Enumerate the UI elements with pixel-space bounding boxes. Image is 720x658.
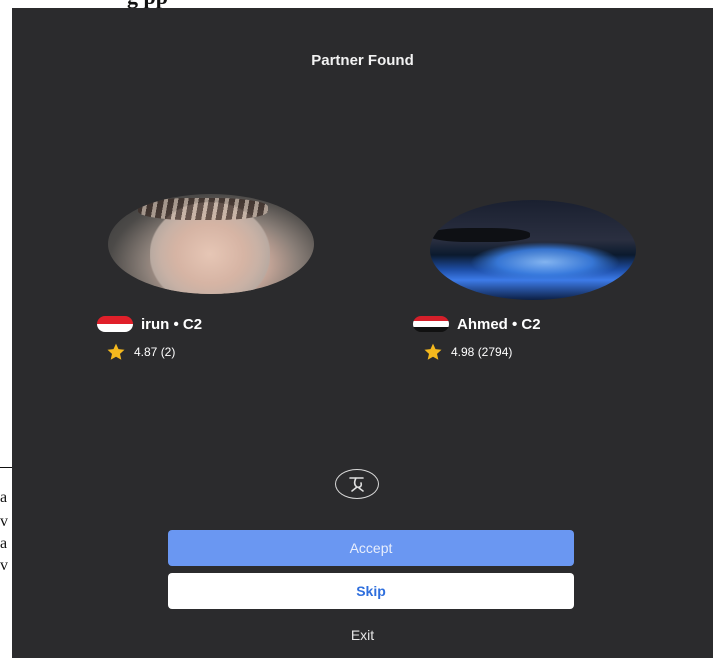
avatar-photo-detail: [470, 242, 620, 282]
indonesia-flag-icon: [97, 316, 133, 332]
accept-button[interactable]: Accept: [168, 530, 574, 566]
document-side-line: v: [0, 513, 8, 530]
app-logo-icon: [335, 469, 379, 499]
user-rating-irun: 4.87 (2): [106, 342, 175, 362]
document-side-fragment: a v a v: [0, 467, 12, 607]
avatar-ahmed[interactable]: [430, 200, 636, 300]
document-header-fragment: g pp: [0, 0, 720, 8]
partner-found-screen: Partner Found irun • C2 4.87 (2) Ahmed •…: [12, 8, 713, 658]
avatar-photo-detail: [430, 228, 530, 242]
user-name: Ahmed • C2: [457, 315, 541, 333]
user-name: irun • C2: [141, 315, 203, 333]
document-side-line: a: [0, 535, 8, 552]
document-header-text: g pp: [127, 0, 168, 8]
document-rule: [0, 467, 12, 468]
document-side-line: v: [0, 557, 8, 574]
star-icon: [107, 343, 125, 360]
rating-text: 4.87 (2): [134, 345, 176, 359]
document-side-line: a: [0, 489, 8, 506]
user-info-irun: irun • C2: [97, 314, 202, 334]
egypt-flag-icon: [413, 316, 449, 332]
page-title: Partner Found: [311, 52, 414, 69]
avatar-photo-detail: [138, 198, 268, 220]
user-info-ahmed: Ahmed • C2: [413, 314, 541, 334]
rating-text: 4.98 (2794): [451, 345, 513, 359]
avatar-irun[interactable]: [108, 194, 314, 294]
user-rating-ahmed: 4.98 (2794): [423, 342, 512, 362]
app-logo-glyph-icon: [349, 477, 364, 492]
star-icon: [424, 343, 442, 360]
exit-link[interactable]: Exit: [12, 627, 713, 643]
page-margin: [713, 8, 720, 658]
skip-button[interactable]: Skip: [168, 573, 574, 609]
